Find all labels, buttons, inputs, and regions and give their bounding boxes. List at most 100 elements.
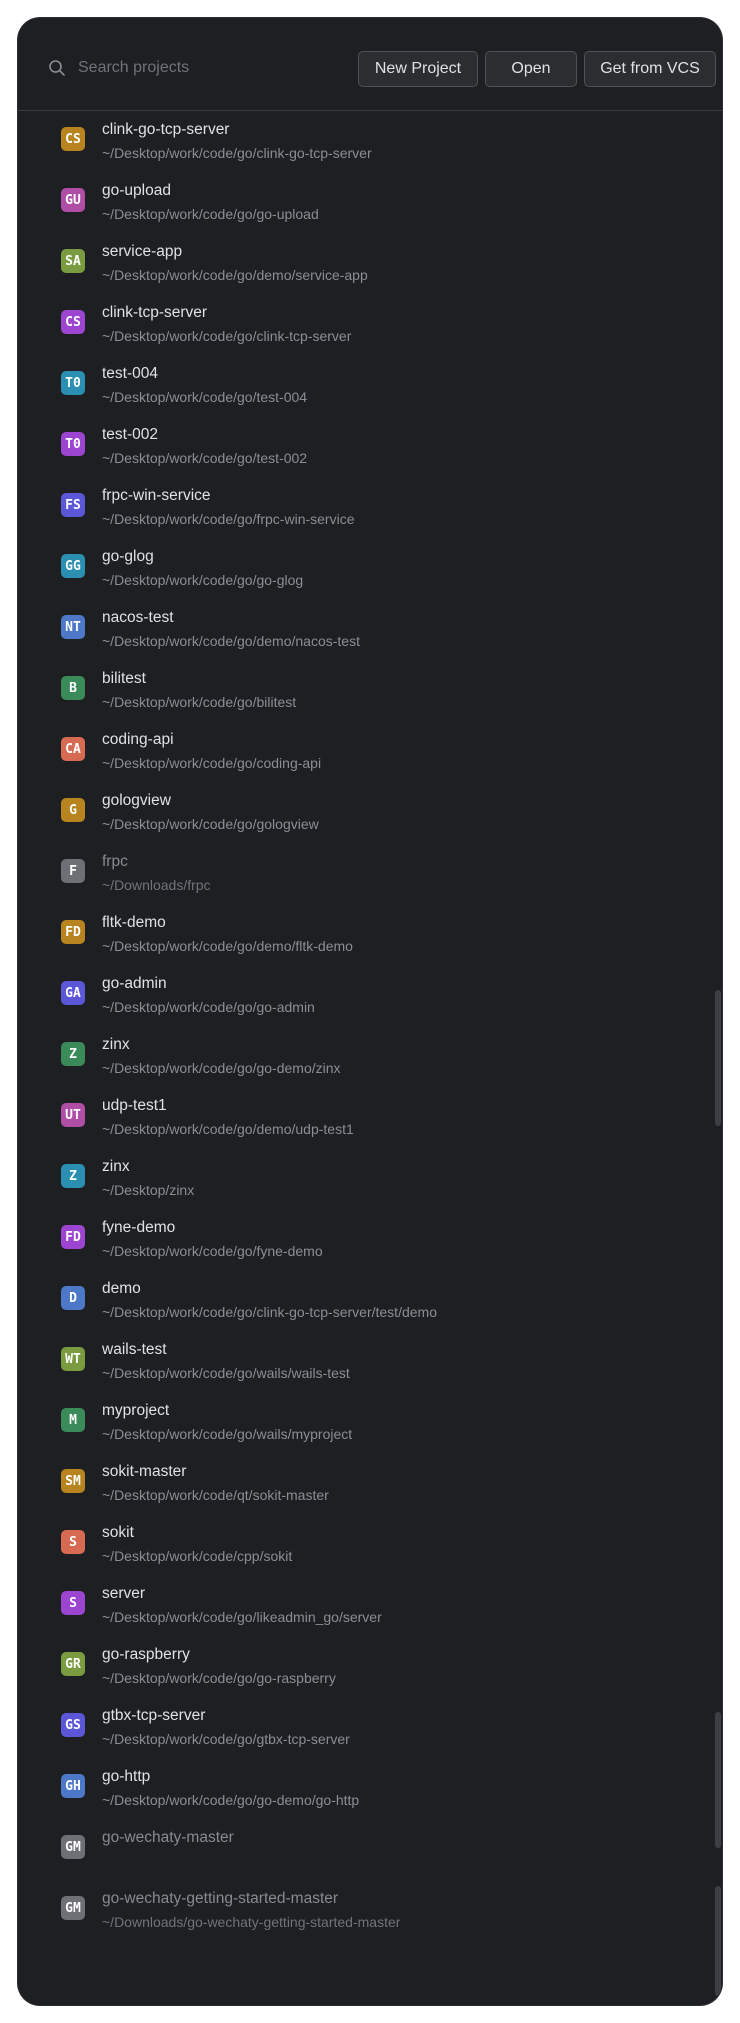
project-item[interactable]: GM go-wechaty-getting-started-master ~/Dow… [18,1880,722,1941]
project-avatar-icon: B [61,676,85,700]
project-avatar-icon: CS [61,127,85,151]
welcome-window: New Project Open Get from VCS CS clink-go… [18,18,722,2005]
project-name: go-upload [102,182,171,199]
project-name: server [102,1585,146,1602]
project-path: ~/Desktop/zinx [102,1182,195,1198]
project-avatar-icon: G [61,798,85,822]
project-name: frpc-win-service [102,487,211,504]
search-box[interactable] [48,51,348,85]
project-item[interactable]: Ffrpc ~/Downloads/frpc [18,843,722,904]
project-avatar-icon: CS [61,310,85,334]
project-name: service-app [102,243,183,260]
project-path: ~/Desktop/work/code/go/go-glog [102,572,304,588]
search-input[interactable] [76,58,340,78]
project-item[interactable]: GM go-wechaty-master [18,1819,722,1880]
scrollbar-thumb[interactable] [715,1886,721,1996]
project-item[interactable]: Ggologview ~/Desktop/work/code/go/gologvi… [18,782,722,843]
project-avatar-icon: CA [61,737,85,761]
project-item[interactable]: FD fyne-demo ~/Desktop/work/code/go/fyne-d… [18,1209,722,1270]
project-path: ~/Desktop/work/code/go/clink-go-tcp-serv… [102,1304,437,1320]
project-item[interactable]: WT wails-test ~/Desktop/work/code/go/wails… [18,1331,722,1392]
search-icon [49,60,65,76]
project-avatar-icon: FD [61,920,85,944]
project-item[interactable]: T0 test-002 ~/Desktop/work/code/go/test-00… [18,416,722,477]
project-item[interactable]: Zzinx ~/Desktop/zinx [18,1148,722,1209]
project-name: fltk-demo [102,914,166,931]
project-avatar-icon: GM [61,1896,85,1920]
project-path: ~/Desktop/work/code/go/gtbx-tcp-server [102,1731,350,1747]
project-avatar-icon: GR [61,1652,85,1676]
project-item[interactable]: GS gtbx-tcp-server ~/Desktop/work/code/go/… [18,1697,722,1758]
project-item[interactable]: Ssokit ~/Desktop/work/code/cpp/sokit [18,1514,722,1575]
project-item[interactable]: SA service-app ~/Desktop/work/code/go/demo… [18,233,722,294]
project-name: go-wechaty-getting-started-master [102,1890,339,1907]
project-avatar-icon: Z [61,1164,85,1188]
project-path: ~/Desktop/work/code/go/go-demo/go-http [102,1792,360,1808]
project-avatar-icon: F [61,859,85,883]
project-name: sokit [102,1524,134,1541]
project-path: ~/Desktop/work/code/go/demo/udp-test1 [102,1121,354,1137]
project-item[interactable]: CA coding-api ~/Desktop/work/code/go/codin… [18,721,722,782]
project-item[interactable]: FS frpc-win-service ~/Desktop/work/code/go… [18,477,722,538]
project-item[interactable]: CS clink-go-tcp-server ~/Desktop/work/code… [18,111,722,172]
project-path: ~/Desktop/work/code/go/demo/fltk-demo [102,938,353,954]
project-path: ~/Desktop/work/code/go/demo/nacos-test [102,633,360,649]
project-item[interactable]: GR go-raspberry ~/Desktop/work/code/go/go-… [18,1636,722,1697]
project-item[interactable]: Zzinx ~/Desktop/work/code/go/go-demo/zinx [18,1026,722,1087]
scrollbar-thumb[interactable] [715,990,721,1126]
project-avatar-icon: T0 [61,432,85,456]
project-path: ~/Desktop/work/code/go/wails/wails-test [102,1365,350,1381]
project-item[interactable]: GU go-upload ~/Desktop/work/code/go/go-upl… [18,172,722,233]
project-avatar-icon: SM [61,1469,85,1493]
project-avatar-icon: GG [61,554,85,578]
project-avatar-icon: FD [61,1225,85,1249]
project-avatar-icon: GM [61,1835,85,1859]
project-path: ~/Desktop/work/code/go/go-admin [102,999,315,1015]
project-path: ~/Downloads/go-wechaty-getting-started-m… [102,1914,401,1930]
project-item[interactable]: GA go-admin ~/Desktop/work/code/go/go-admi… [18,965,722,1026]
project-item[interactable]: FD fltk-demo ~/Desktop/work/code/go/demo/f… [18,904,722,965]
project-name: wails-test [102,1341,167,1358]
project-item[interactable]: GG go-glog ~/Desktop/work/code/go/go-glog [18,538,722,599]
project-name: myproject [102,1402,170,1419]
project-item[interactable]: T0 test-004 ~/Desktop/work/code/go/test-00… [18,355,722,416]
project-item[interactable]: NT nacos-test ~/Desktop/work/code/go/demo/… [18,599,722,660]
project-path: ~/Desktop/work/code/go/gologview [102,816,319,832]
project-item[interactable]: Ddemo ~/Desktop/work/code/go/clink-go-tcp… [18,1270,722,1331]
project-name: bilitest [102,670,146,687]
project-name: demo [102,1280,141,1297]
project-name: clink-tcp-server [102,304,208,321]
project-avatar-icon: GS [61,1713,85,1737]
project-path: ~/Desktop/work/code/qt/sokit-master [102,1487,329,1503]
project-avatar-icon: GU [61,188,85,212]
project-item[interactable]: GH go-http ~/Desktop/work/code/go/go-demo/… [18,1758,722,1819]
project-path: ~/Desktop/work/code/go/demo/service-app [102,267,368,283]
project-item[interactable]: Sserver ~/Desktop/work/code/go/likeadmin_… [18,1575,722,1636]
project-item[interactable]: Mmyproject ~/Desktop/work/code/go/wails/m… [18,1392,722,1453]
project-name: udp-test1 [102,1097,167,1114]
project-item[interactable]: Bbilitest ~/Desktop/work/code/go/bilitest [18,660,722,721]
project-avatar-icon: T0 [61,371,85,395]
new-project-button[interactable]: New Project [358,51,478,87]
recent-projects-list: CS clink-go-tcp-server ~/Desktop/work/code… [18,111,722,1941]
project-path: ~/Desktop/work/code/go/fyne-demo [102,1243,323,1259]
project-name: zinx [102,1036,130,1053]
project-name: go-http [102,1768,151,1785]
project-item[interactable]: SM sokit-master ~/Desktop/work/code/qt/sok… [18,1453,722,1514]
open-button[interactable]: Open [485,51,577,87]
project-name: go-raspberry [102,1646,190,1663]
project-avatar-icon: S [61,1530,85,1554]
project-path: ~/Desktop/work/code/go/coding-api [102,755,322,771]
project-path: ~/Desktop/work/code/cpp/sokit [102,1548,293,1564]
project-path: ~/Desktop/work/code/go/bilitest [102,694,297,710]
project-item[interactable]: UT udp-test1 ~/Desktop/work/code/go/demo/u… [18,1087,722,1148]
project-path: ~/Downloads/frpc [102,877,211,893]
toolbar: New Project Open Get from VCS [18,18,722,111]
project-path: ~/Desktop/work/code/go/go-demo/zinx [102,1060,341,1076]
project-path: ~/Desktop/work/code/go/wails/myproject [102,1426,353,1442]
get-from-vcs-button[interactable]: Get from VCS [584,51,716,87]
scrollbar-thumb[interactable] [715,1712,721,1848]
project-avatar-icon: M [61,1408,85,1432]
project-avatar-icon: UT [61,1103,85,1127]
project-item[interactable]: CS clink-tcp-server ~/Desktop/work/code/go… [18,294,722,355]
